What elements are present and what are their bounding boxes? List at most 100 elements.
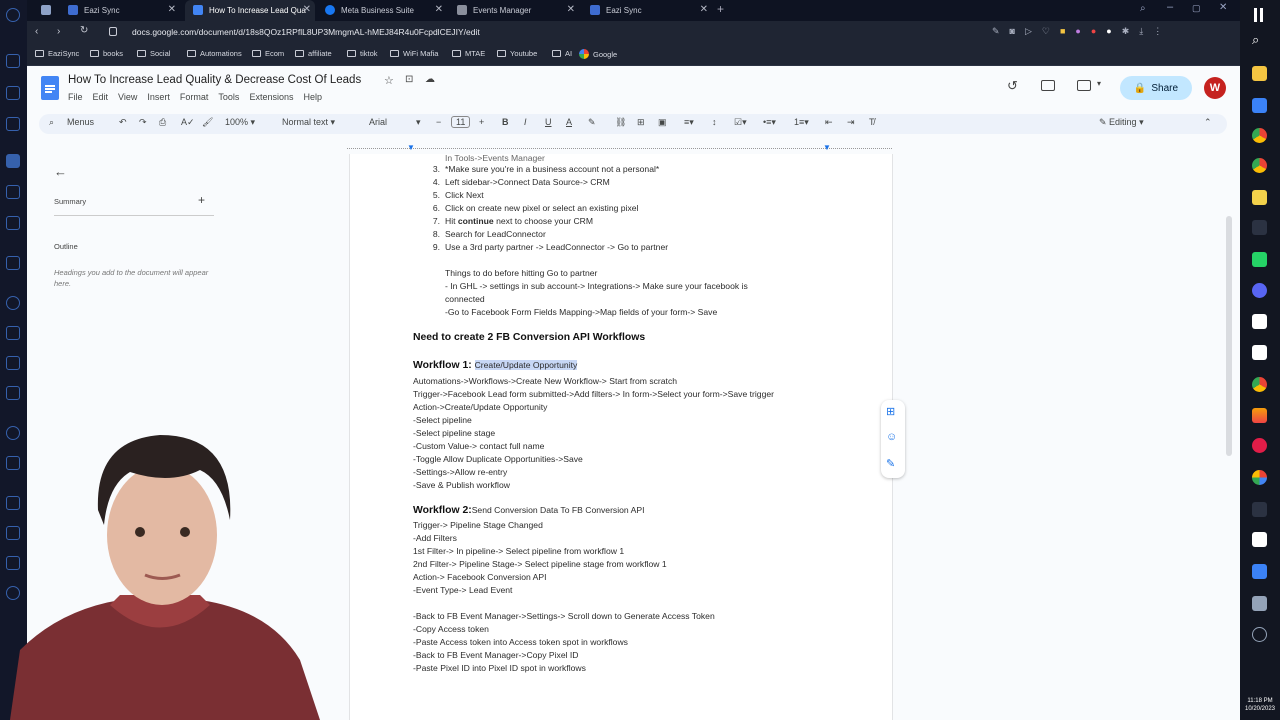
edit-icon[interactable]: ✎ (992, 26, 1000, 37)
search-menus[interactable]: Menus (67, 117, 94, 127)
app-icon[interactable] (1252, 532, 1267, 547)
x-icon[interactable] (6, 356, 20, 370)
cloud-status-icon[interactable]: ☁ (425, 74, 435, 85)
calendar-icon[interactable] (6, 117, 20, 131)
extension-icon[interactable]: ● (1106, 26, 1111, 37)
app-icon[interactable] (1252, 98, 1267, 113)
menu-file[interactable]: File (68, 92, 83, 102)
bookmark-wifi-mafia[interactable]: WiFi Mafia (390, 49, 438, 58)
download-icon[interactable]: ⤓ (1139, 26, 1143, 37)
chevron-down-icon[interactable]: ▾ (416, 117, 421, 128)
increase-font-icon[interactable]: + (479, 117, 484, 127)
ruler[interactable]: ▼ ▼ (347, 143, 892, 153)
insert-image-icon[interactable]: ▣ (658, 117, 667, 128)
extension-icon[interactable]: ● (1075, 26, 1080, 37)
extension-icon[interactable]: ■ (1060, 26, 1065, 37)
bookmark-eazisync[interactable]: EaziSync (35, 49, 79, 58)
whatsapp-icon[interactable] (1252, 252, 1267, 267)
extension-icon[interactable]: ● (1091, 26, 1096, 37)
send-icon[interactable]: ▷ (1025, 26, 1032, 37)
chrome-icon[interactable] (1252, 158, 1267, 173)
capcut-icon[interactable] (1252, 345, 1267, 360)
menu-format[interactable]: Format (180, 92, 209, 102)
arrow-icon[interactable] (1252, 502, 1267, 517)
bookmark-affiliate[interactable]: affiliate (295, 49, 332, 58)
tab-eazi-sync[interactable]: Eazi Sync ✕ (60, 0, 180, 21)
tab-eazi-sync-2[interactable]: Eazi Sync ✕ (582, 0, 712, 21)
back-icon[interactable]: ‹ (35, 26, 38, 37)
telegram-icon[interactable] (6, 326, 20, 340)
menu-help[interactable]: Help (303, 92, 322, 102)
zoom-select[interactable]: 100% ▾ (225, 117, 255, 128)
discord-icon[interactable] (1252, 283, 1267, 298)
avatar[interactable]: W (1204, 77, 1226, 99)
close-tab-icon[interactable]: ✕ (303, 4, 311, 15)
tab-events-manager[interactable]: Events Manager ✕ (449, 0, 579, 21)
app-icon[interactable] (1252, 408, 1267, 423)
add-summary-button[interactable]: + (198, 193, 205, 207)
tab-meta-business-suite[interactable]: Meta Business Suite ✕ (317, 0, 447, 21)
bookmark-ai[interactable]: AI (552, 49, 572, 58)
app-icon[interactable] (1252, 220, 1267, 235)
search-tabs-icon[interactable]: ⌕ (1140, 3, 1146, 14)
font-size-input[interactable]: 11 (451, 116, 471, 128)
photos-icon[interactable] (1252, 470, 1267, 485)
doc-title[interactable]: How To Increase Lead Quality & Decrease … (68, 74, 361, 86)
add-comment-icon[interactable]: ⊞ (637, 117, 645, 128)
chrome-icon[interactable] (1252, 128, 1267, 143)
tab-google-doc[interactable]: How To Increase Lead Qua ✕ (185, 0, 315, 21)
spellcheck-icon[interactable]: A✓ (181, 117, 195, 128)
close-tab-icon[interactable]: ✕ (435, 4, 443, 15)
heart-icon[interactable]: ♡ (1042, 26, 1050, 37)
menu-insert[interactable]: Insert (147, 92, 170, 102)
notes-icon[interactable] (1252, 190, 1267, 205)
file-explorer-icon[interactable] (1252, 66, 1267, 81)
bookmark-automations[interactable]: Automations (187, 49, 242, 58)
bookmark-books[interactable]: books (90, 49, 123, 58)
puzzle-icon[interactable]: ✱ (1122, 26, 1130, 37)
indent-marker-icon[interactable]: ▼ (407, 143, 415, 152)
checklist-icon[interactable]: ☑▾ (734, 117, 747, 128)
chrome-icon[interactable] (1252, 377, 1267, 392)
opera-icon[interactable] (1252, 438, 1267, 453)
search-menus-icon[interactable]: ⌕ (49, 117, 54, 128)
font-select[interactable]: Arial (369, 117, 387, 127)
close-tab-icon[interactable]: ✕ (168, 4, 176, 15)
print-icon[interactable]: ⎙ (159, 117, 166, 128)
comments-icon[interactable] (1041, 80, 1055, 91)
docs-logo-icon[interactable] (41, 76, 59, 100)
bold-icon[interactable]: B (502, 117, 509, 127)
taskbar-menu-icon[interactable] (1254, 8, 1257, 22)
redo-icon[interactable]: ↷ (139, 117, 147, 128)
close-window-icon[interactable]: ✕ (1219, 2, 1227, 13)
clear-format-icon[interactable]: T̸ (869, 117, 875, 127)
bookmark-mtae[interactable]: MTAE (452, 49, 485, 58)
forward-icon[interactable]: › (57, 26, 60, 37)
text-color-icon[interactable]: A (566, 117, 572, 127)
bookmark-youtube[interactable]: Youtube (497, 49, 537, 58)
url-field[interactable]: docs.google.com/document/d/18s8QOz1RPflL… (132, 27, 832, 37)
home-icon[interactable] (6, 54, 20, 68)
decrease-font-icon[interactable]: − (436, 117, 441, 127)
add-comment-icon[interactable]: ⊞ (886, 405, 895, 418)
camera-icon[interactable] (1252, 596, 1267, 611)
new-tab-button[interactable]: + (717, 2, 724, 16)
game-icon[interactable] (6, 185, 20, 199)
version-history-icon[interactable]: ↺ (1007, 78, 1018, 94)
settings-icon[interactable] (1252, 627, 1267, 642)
menu-extensions[interactable]: Extensions (249, 92, 293, 102)
bullet-list-icon[interactable]: •≡▾ (763, 117, 776, 128)
system-clock[interactable]: 11:18 PM 10/20/2023 (1240, 698, 1280, 714)
collapse-menus-icon[interactable]: ⌃ (1204, 117, 1212, 128)
scrollbar[interactable] (1226, 216, 1232, 456)
bookmark-ecom[interactable]: Ecom (252, 49, 284, 58)
undo-icon[interactable]: ↶ (119, 117, 127, 128)
emoji-icon[interactable]: ☺ (886, 431, 897, 443)
bag-icon[interactable] (6, 86, 20, 100)
numbered-list-icon[interactable]: 1≡▾ (794, 117, 809, 128)
phone-icon[interactable] (6, 216, 20, 230)
messenger-icon[interactable] (6, 296, 20, 310)
underline-icon[interactable]: U (545, 117, 552, 127)
align-icon[interactable]: ≡▾ (684, 117, 694, 128)
meet-icon[interactable] (1077, 80, 1091, 91)
